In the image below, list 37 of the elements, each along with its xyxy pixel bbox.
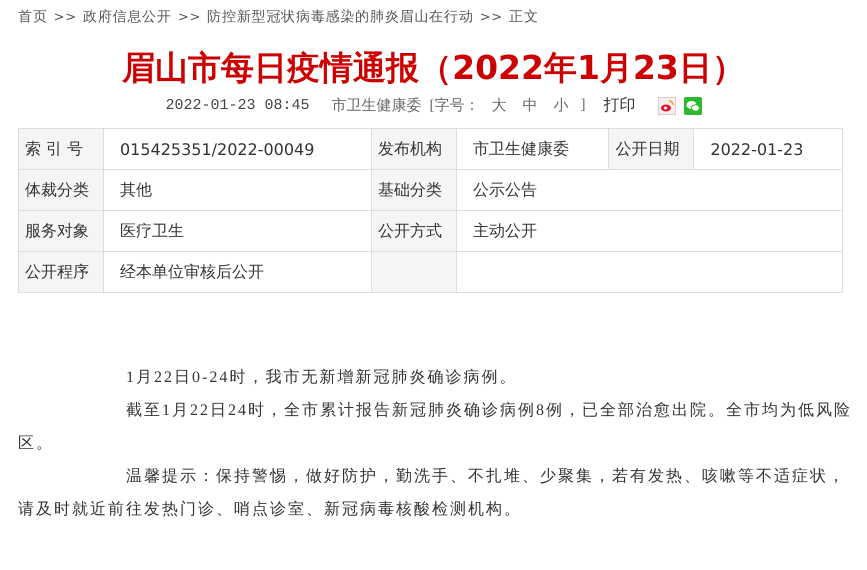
article-title: 眉山市每日疫情通报（2022年1月23日） [120, 47, 746, 89]
field-value: 公示公告 [456, 170, 842, 210]
source-label: 市卫生健康委 [332, 96, 422, 115]
weibo-share-icon[interactable] [658, 96, 676, 114]
field-label: 发布机构 [372, 128, 457, 170]
breadcrumb-link[interactable]: 政府信息公开 [83, 8, 172, 26]
breadcrumb-separator: >> [480, 10, 503, 24]
breadcrumb-link[interactable]: 正文 [509, 8, 539, 26]
article-paragraph: 温馨提示：保持警惕，做好防护，勤洗手、不扎堆、少聚集，若有发热、咳嗽等不适症状，请及时就近前往发热门诊、哨点诊室、新冠病毒核酸检测机构。 [18, 466, 847, 520]
font-size-label: [字号： [430, 96, 480, 115]
bracket-label: ] [580, 97, 586, 114]
field-label: 体裁分类 [18, 170, 104, 210]
field-value: 其他 [104, 170, 372, 210]
font-size-link[interactable]: 大 [492, 96, 507, 115]
field-value: 主动公开 [456, 210, 842, 252]
print-link[interactable]: 打印 [604, 95, 636, 116]
breadcrumb-link[interactable]: 首页 [18, 8, 48, 26]
publish-datetime: 2022-01-23 08:45 [165, 97, 310, 114]
font-size-link[interactable]: 中 [522, 96, 538, 115]
breadcrumb-link[interactable]: 防控新型冠状病毒感染的肺炎眉山在行动 [207, 8, 474, 26]
field-label: 索 引 号 [18, 128, 104, 170]
font-size-link[interactable]: 小 [554, 96, 569, 115]
wechat-share-icon[interactable] [684, 96, 702, 114]
article-paragraph: 1月22日0-24时，我市无新增新冠肺炎确诊病例。 [125, 368, 518, 388]
breadcrumb-separator: >> [54, 10, 77, 24]
field-label: 服务对象 [18, 210, 104, 252]
article-paragraph: 截至1月22日24时，全市累计报告新冠肺炎确诊病例8例，已全部治愈出院。全市均为低风险区。 [18, 400, 853, 454]
field-label: 公开方式 [372, 210, 457, 252]
breadcrumb-separator: >> [178, 10, 202, 24]
field-value: 经本单位审核后公开 [104, 252, 372, 292]
field-label: 公开程序 [18, 252, 104, 292]
field-label: 基础分类 [372, 170, 457, 210]
field-value: 2022-01-23 [694, 128, 842, 170]
field-value: 015425351/2022-00049 [104, 128, 372, 170]
field-label: 公开日期 [608, 128, 694, 170]
field-value: 医疗卫生 [104, 210, 372, 252]
field-value: 市卫生健康委 [456, 128, 609, 170]
